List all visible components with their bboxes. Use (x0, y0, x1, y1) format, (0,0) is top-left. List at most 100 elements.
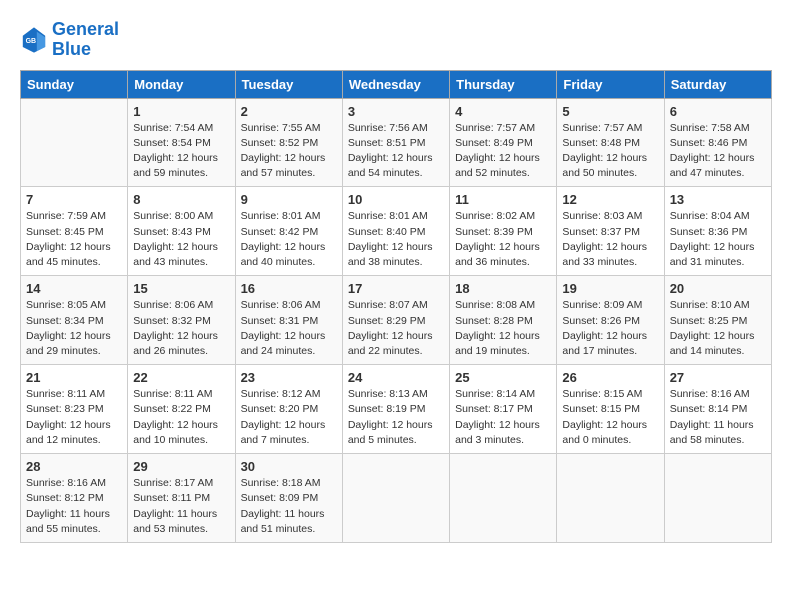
day-number: 12 (562, 192, 658, 207)
calendar-cell: 10 Sunrise: 8:01 AM Sunset: 8:40 PM Dayli… (342, 187, 449, 276)
day-detail: Sunrise: 7:55 AM Sunset: 8:52 PM Dayligh… (241, 121, 337, 182)
calendar-cell: 28 Sunrise: 8:16 AM Sunset: 8:12 PM Dayli… (21, 454, 128, 543)
logo: GB General Blue (20, 20, 119, 60)
day-detail: Sunrise: 8:05 AM Sunset: 8:34 PM Dayligh… (26, 298, 122, 359)
calendar-cell: 21 Sunrise: 8:11 AM Sunset: 8:23 PM Dayli… (21, 365, 128, 454)
calendar-cell: 5Sunrise: 7:57 AM Sunset: 8:48 PM Daylig… (557, 98, 664, 187)
day-number: 29 (133, 459, 229, 474)
calendar-cell: 27Sunrise: 8:16 AM Sunset: 8:14 PM Dayli… (664, 365, 771, 454)
day-number: 28 (26, 459, 122, 474)
logo-icon: GB (20, 26, 48, 54)
calendar-cell: 15Sunrise: 8:06 AM Sunset: 8:32 PM Dayli… (128, 276, 235, 365)
weekday-header: Thursday (450, 70, 557, 98)
calendar-cell: 1 Sunrise: 7:54 AM Sunset: 8:54 PM Daylig… (128, 98, 235, 187)
day-number: 13 (670, 192, 766, 207)
day-detail: Sunrise: 8:13 AM Sunset: 8:19 PM Dayligh… (348, 387, 444, 448)
calendar-cell (21, 98, 128, 187)
day-detail: Sunrise: 8:08 AM Sunset: 8:28 PM Dayligh… (455, 298, 551, 359)
day-detail: Sunrise: 7:54 AM Sunset: 8:54 PM Dayligh… (133, 121, 229, 182)
calendar-cell: 23 Sunrise: 8:12 AM Sunset: 8:20 PM Dayli… (235, 365, 342, 454)
day-detail: Sunrise: 8:18 AM Sunset: 8:09 PM Dayligh… (241, 476, 337, 537)
day-number: 17 (348, 281, 444, 296)
calendar-cell: 19Sunrise: 8:09 AM Sunset: 8:26 PM Dayli… (557, 276, 664, 365)
weekday-header: Friday (557, 70, 664, 98)
logo-text-blue: Blue (52, 40, 119, 60)
day-number: 3 (348, 104, 444, 119)
calendar-cell (342, 454, 449, 543)
day-detail: Sunrise: 8:09 AM Sunset: 8:26 PM Dayligh… (562, 298, 658, 359)
calendar-cell (664, 454, 771, 543)
day-detail: Sunrise: 8:00 AM Sunset: 8:43 PM Dayligh… (133, 209, 229, 270)
day-number: 14 (26, 281, 122, 296)
calendar-cell: 18 Sunrise: 8:08 AM Sunset: 8:28 PM Dayli… (450, 276, 557, 365)
day-detail: Sunrise: 8:07 AM Sunset: 8:29 PM Dayligh… (348, 298, 444, 359)
day-number: 6 (670, 104, 766, 119)
day-detail: Sunrise: 8:06 AM Sunset: 8:31 PM Dayligh… (241, 298, 337, 359)
calendar-cell: 17 Sunrise: 8:07 AM Sunset: 8:29 PM Dayli… (342, 276, 449, 365)
day-detail: Sunrise: 8:11 AM Sunset: 8:23 PM Dayligh… (26, 387, 122, 448)
calendar-week-row: 28 Sunrise: 8:16 AM Sunset: 8:12 PM Dayli… (21, 454, 772, 543)
day-detail: Sunrise: 7:57 AM Sunset: 8:49 PM Dayligh… (455, 121, 551, 182)
calendar-cell: 16 Sunrise: 8:06 AM Sunset: 8:31 PM Dayli… (235, 276, 342, 365)
day-detail: Sunrise: 8:12 AM Sunset: 8:20 PM Dayligh… (241, 387, 337, 448)
calendar-cell: 2Sunrise: 7:55 AM Sunset: 8:52 PM Daylig… (235, 98, 342, 187)
day-number: 1 (133, 104, 229, 119)
weekday-header: Sunday (21, 70, 128, 98)
day-number: 4 (455, 104, 551, 119)
svg-text:GB: GB (26, 38, 36, 45)
day-detail: Sunrise: 8:02 AM Sunset: 8:39 PM Dayligh… (455, 209, 551, 270)
calendar-week-row: 1 Sunrise: 7:54 AM Sunset: 8:54 PM Daylig… (21, 98, 772, 187)
day-number: 5 (562, 104, 658, 119)
calendar-cell: 3 Sunrise: 7:56 AM Sunset: 8:51 PM Daylig… (342, 98, 449, 187)
calendar-cell (557, 454, 664, 543)
day-detail: Sunrise: 7:56 AM Sunset: 8:51 PM Dayligh… (348, 121, 444, 182)
calendar-cell: 7Sunrise: 7:59 AM Sunset: 8:45 PM Daylig… (21, 187, 128, 276)
weekday-header: Tuesday (235, 70, 342, 98)
logo-text-general: General (52, 20, 119, 40)
day-detail: Sunrise: 8:03 AM Sunset: 8:37 PM Dayligh… (562, 209, 658, 270)
day-number: 23 (241, 370, 337, 385)
day-number: 11 (455, 192, 551, 207)
day-number: 15 (133, 281, 229, 296)
calendar-body: 1 Sunrise: 7:54 AM Sunset: 8:54 PM Daylig… (21, 98, 772, 542)
calendar-cell: 9 Sunrise: 8:01 AM Sunset: 8:42 PM Daylig… (235, 187, 342, 276)
day-number: 10 (348, 192, 444, 207)
day-detail: Sunrise: 7:59 AM Sunset: 8:45 PM Dayligh… (26, 209, 122, 270)
calendar-cell: 11 Sunrise: 8:02 AM Sunset: 8:39 PM Dayli… (450, 187, 557, 276)
day-number: 9 (241, 192, 337, 207)
calendar-cell: 22Sunrise: 8:11 AM Sunset: 8:22 PM Dayli… (128, 365, 235, 454)
calendar-cell: 14 Sunrise: 8:05 AM Sunset: 8:34 PM Dayli… (21, 276, 128, 365)
day-detail: Sunrise: 8:11 AM Sunset: 8:22 PM Dayligh… (133, 387, 229, 448)
calendar-week-row: 14 Sunrise: 8:05 AM Sunset: 8:34 PM Dayli… (21, 276, 772, 365)
day-detail: Sunrise: 8:04 AM Sunset: 8:36 PM Dayligh… (670, 209, 766, 270)
calendar-table: SundayMondayTuesdayWednesdayThursdayFrid… (20, 70, 772, 543)
calendar-week-row: 7Sunrise: 7:59 AM Sunset: 8:45 PM Daylig… (21, 187, 772, 276)
day-number: 24 (348, 370, 444, 385)
day-number: 8 (133, 192, 229, 207)
day-number: 25 (455, 370, 551, 385)
day-number: 26 (562, 370, 658, 385)
day-number: 21 (26, 370, 122, 385)
day-number: 20 (670, 281, 766, 296)
calendar-cell: 6 Sunrise: 7:58 AM Sunset: 8:46 PM Daylig… (664, 98, 771, 187)
day-detail: Sunrise: 8:15 AM Sunset: 8:15 PM Dayligh… (562, 387, 658, 448)
day-detail: Sunrise: 7:58 AM Sunset: 8:46 PM Dayligh… (670, 121, 766, 182)
calendar-cell: 26 Sunrise: 8:15 AM Sunset: 8:15 PM Dayli… (557, 365, 664, 454)
day-number: 30 (241, 459, 337, 474)
calendar-cell: 30 Sunrise: 8:18 AM Sunset: 8:09 PM Dayli… (235, 454, 342, 543)
day-detail: Sunrise: 8:16 AM Sunset: 8:14 PM Dayligh… (670, 387, 766, 448)
calendar-cell: 29 Sunrise: 8:17 AM Sunset: 8:11 PM Dayli… (128, 454, 235, 543)
calendar-cell: 25Sunrise: 8:14 AM Sunset: 8:17 PM Dayli… (450, 365, 557, 454)
calendar-header: SundayMondayTuesdayWednesdayThursdayFrid… (21, 70, 772, 98)
day-detail: Sunrise: 8:01 AM Sunset: 8:42 PM Dayligh… (241, 209, 337, 270)
calendar-week-row: 21 Sunrise: 8:11 AM Sunset: 8:23 PM Dayli… (21, 365, 772, 454)
calendar-cell: 20Sunrise: 8:10 AM Sunset: 8:25 PM Dayli… (664, 276, 771, 365)
weekday-header: Monday (128, 70, 235, 98)
day-detail: Sunrise: 8:16 AM Sunset: 8:12 PM Dayligh… (26, 476, 122, 537)
day-detail: Sunrise: 8:01 AM Sunset: 8:40 PM Dayligh… (348, 209, 444, 270)
day-number: 16 (241, 281, 337, 296)
day-number: 18 (455, 281, 551, 296)
calendar-cell (450, 454, 557, 543)
day-detail: Sunrise: 8:17 AM Sunset: 8:11 PM Dayligh… (133, 476, 229, 537)
calendar-cell: 4 Sunrise: 7:57 AM Sunset: 8:49 PM Daylig… (450, 98, 557, 187)
